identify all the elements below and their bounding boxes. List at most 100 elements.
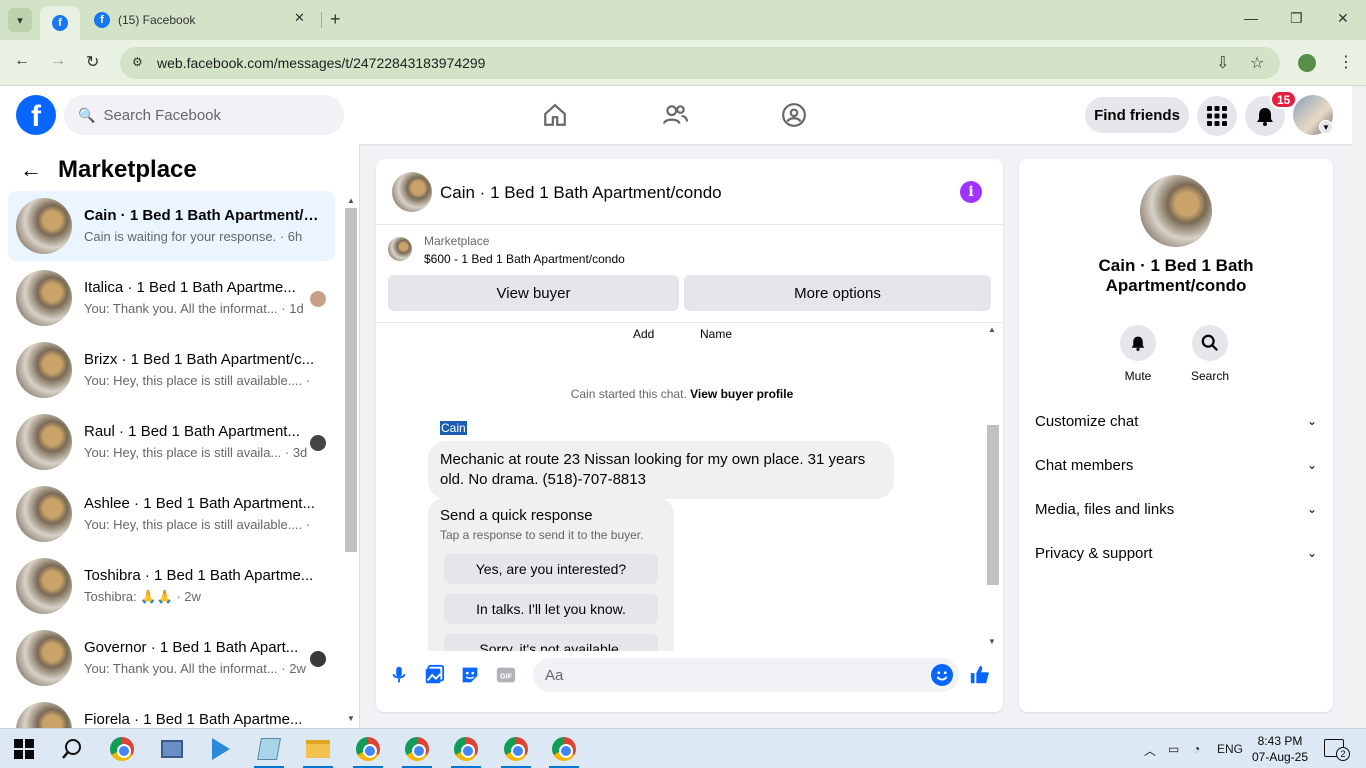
tab-facebook[interactable]: f (15) Facebook xyxy=(84,6,320,34)
more-options-button[interactable]: More options xyxy=(684,275,991,311)
gif-icon[interactable]: GIF xyxy=(495,664,517,686)
file-explorer-icon[interactable] xyxy=(304,735,332,763)
marketplace-listing-bar: Marketplace $600 - 1 Bed 1 Bath Apartmen… xyxy=(376,225,1003,323)
message-input[interactable]: Aa xyxy=(533,658,959,692)
time: 8:43 PM xyxy=(1257,734,1303,748)
scroll-up-icon[interactable]: ▲ xyxy=(988,325,996,334)
tab-search-chevron-icon[interactable]: ▾ xyxy=(8,8,32,32)
scroll-down-icon[interactable]: ▼ xyxy=(988,637,996,646)
install-app-icon[interactable]: ⇩ xyxy=(1216,53,1229,73)
thumbs-up-icon[interactable] xyxy=(969,664,991,686)
scroll-up-icon[interactable]: ▲ xyxy=(347,196,355,205)
emoji-icon[interactable] xyxy=(931,664,953,686)
notepad-icon[interactable] xyxy=(255,735,283,763)
back-icon[interactable]: ← xyxy=(14,52,30,70)
app-window-icon[interactable] xyxy=(158,735,186,763)
info-icon[interactable]: i xyxy=(960,181,982,203)
avatar xyxy=(16,558,72,614)
avatar[interactable] xyxy=(1140,175,1212,247)
add-action[interactable]: Add xyxy=(633,327,654,341)
chrome-profile-icon[interactable] xyxy=(403,735,431,763)
conversation-item[interactable]: Brizx · 1 Bed 1 Bath Apartment/c... You:… xyxy=(8,335,335,405)
chat-panel: Cain · 1 Bed 1 Bath Apartment/condo i Ma… xyxy=(376,159,1003,712)
search-icon[interactable] xyxy=(58,735,86,763)
privacy-support-section[interactable]: Privacy & support ⌄ xyxy=(1035,541,1317,565)
listing-thumbnail[interactable] xyxy=(388,237,412,261)
profile-icon[interactable] xyxy=(1298,54,1316,72)
microphone-icon[interactable] xyxy=(388,664,410,686)
sender-name: Cain xyxy=(440,421,467,435)
media-files-section[interactable]: Media, files and links ⌄ xyxy=(1035,497,1317,521)
friends-icon[interactable] xyxy=(662,102,688,128)
conversation-item[interactable]: Raul · 1 Bed 1 Bath Apartment... You: He… xyxy=(8,407,335,477)
marketplace-conversation-list: ← Marketplace Cain · 1 Bed 1 Bath Apartm… xyxy=(0,144,360,728)
windows-taskbar: ︿ ▭ ◔ ENG 8:43 PM 07-Aug-25 2 xyxy=(0,728,1366,768)
media-player-icon[interactable] xyxy=(207,735,235,763)
quick-response-button[interactable]: Yes, are you interested? xyxy=(444,554,658,584)
tab-close-icon[interactable]: ✕ xyxy=(294,10,305,26)
tab-facebook-active[interactable]: f xyxy=(40,6,80,40)
home-icon[interactable] xyxy=(542,102,568,128)
quick-response-button[interactable]: In talks. I'll let you know. xyxy=(444,594,658,624)
menu-grid-button[interactable] xyxy=(1197,96,1237,136)
page-scrollbar[interactable] xyxy=(1352,86,1366,728)
close-window-icon[interactable]: ✕ xyxy=(1337,10,1349,27)
facebook-search-input[interactable]: 🔍 Search Facebook xyxy=(64,95,344,135)
chrome-profile-icon[interactable] xyxy=(452,735,480,763)
conversation-snippet: Toshibra: 🙏🙏 · 2w xyxy=(84,589,201,604)
minimize-icon[interactable]: — xyxy=(1244,10,1258,26)
section-label: Customize chat xyxy=(1035,412,1139,430)
conversation-item[interactable]: Italica · 1 Bed 1 Bath Apartme... You: T… xyxy=(8,263,335,333)
scrollbar-thumb[interactable] xyxy=(987,425,999,585)
chat-title[interactable]: Cain · 1 Bed 1 Bath Apartment/condo xyxy=(440,183,722,203)
chevron-down-icon[interactable]: ▼ xyxy=(1319,120,1333,134)
conversation-item[interactable]: Fiorela · 1 Bed 1 Bath Apartme... xyxy=(8,695,335,728)
conversation-item[interactable]: Cain · 1 Bed 1 Bath Apartment/c... Cain … xyxy=(8,191,335,261)
groups-icon[interactable] xyxy=(781,102,807,128)
avatar[interactable] xyxy=(392,172,432,212)
quick-response-button[interactable]: Sorry, it's not available. xyxy=(444,634,658,651)
view-buyer-button[interactable]: View buyer xyxy=(388,275,679,311)
find-friends-button[interactable]: Find friends xyxy=(1085,97,1189,133)
windows-start-icon[interactable] xyxy=(10,735,38,763)
scrollbar-thumb[interactable] xyxy=(345,208,357,552)
new-tab-icon[interactable]: + xyxy=(330,9,341,30)
chrome-profile-icon[interactable] xyxy=(502,735,530,763)
conversation-item[interactable]: Ashlee · 1 Bed 1 Bath Apartment... You: … xyxy=(8,479,335,549)
mute-button[interactable]: Mute xyxy=(1108,325,1168,383)
gallery-icon[interactable] xyxy=(423,664,445,686)
search-in-chat-button[interactable]: Search xyxy=(1180,325,1240,383)
clock[interactable]: 8:43 PM 07-Aug-25 xyxy=(1248,733,1312,765)
thread-scrollbar[interactable]: ▲ ▼ xyxy=(985,323,1000,651)
message-placeholder: Aa xyxy=(545,666,564,684)
restore-icon[interactable]: ❐ xyxy=(1290,10,1303,27)
customize-chat-section[interactable]: Customize chat ⌄ xyxy=(1035,409,1317,433)
scroll-down-icon[interactable]: ▼ xyxy=(347,714,355,723)
wifi-icon[interactable]: ◔ xyxy=(1193,742,1200,756)
tray-chevron-up-icon[interactable]: ︿ xyxy=(1144,742,1156,759)
back-arrow-icon[interactable]: ← xyxy=(20,157,42,183)
chat-members-section[interactable]: Chat members ⌄ xyxy=(1035,453,1317,477)
quick-response-card: Send a quick response Tap a response to … xyxy=(428,497,674,651)
facebook-header: f 🔍 Search Facebook Find friends 15 ▼ xyxy=(0,86,1352,144)
conversation-item[interactable]: Governor · 1 Bed 1 Bath Apart... You: Th… xyxy=(8,623,335,693)
listing-title[interactable]: $600 - 1 Bed 1 Bath Apartment/condo xyxy=(424,252,625,266)
site-settings-icon[interactable]: ⚙ xyxy=(132,55,143,69)
chrome-profile-icon[interactable] xyxy=(550,735,578,763)
chrome-icon[interactable] xyxy=(108,735,136,763)
bookmark-star-icon[interactable]: ☆ xyxy=(1250,53,1264,73)
facebook-logo-icon[interactable]: f xyxy=(16,95,56,135)
forward-icon[interactable]: → xyxy=(50,52,66,70)
name-action[interactable]: Name xyxy=(700,327,732,341)
reload-icon[interactable]: ↻ xyxy=(86,52,99,72)
conversation-list-scrollbar[interactable]: ▲ ▼ xyxy=(344,196,358,723)
browser-menu-icon[interactable]: ⋮ xyxy=(1338,52,1354,72)
address-bar[interactable]: ⚙ web.facebook.com/messages/t/2472284318… xyxy=(120,47,1280,79)
battery-icon[interactable]: ▭ xyxy=(1168,742,1179,756)
view-buyer-profile-link[interactable]: View buyer profile xyxy=(690,387,793,401)
chrome-profile-icon[interactable] xyxy=(354,735,382,763)
conversation-item[interactable]: Toshibra · 1 Bed 1 Bath Apartme... Toshi… xyxy=(8,551,335,621)
chevron-down-icon: ⌄ xyxy=(1306,546,1317,560)
sticker-icon[interactable] xyxy=(459,664,481,686)
language-indicator[interactable]: ENG xyxy=(1217,742,1243,756)
